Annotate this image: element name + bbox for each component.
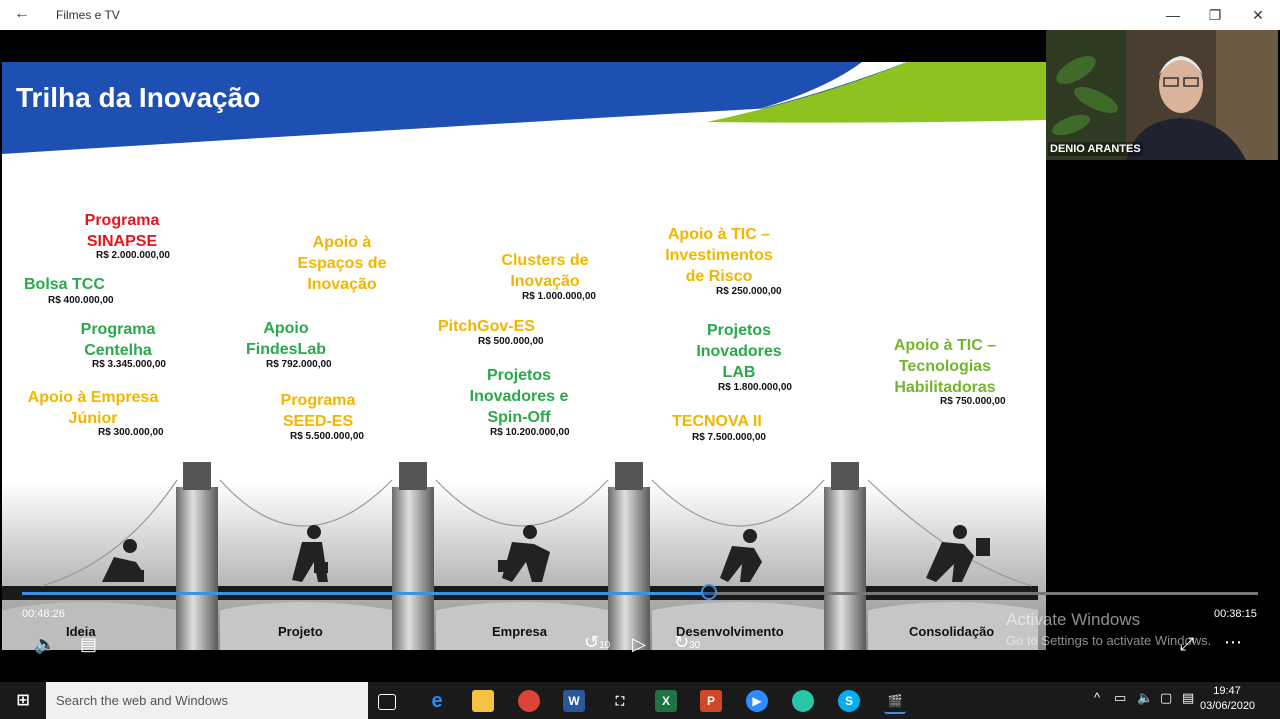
tray-chevron-icon[interactable]: ^ xyxy=(1094,690,1100,705)
title-bar: ← Filmes e TV — ❐ ✕ xyxy=(0,0,1280,30)
program-sinapse-label: Programa SINAPSE xyxy=(84,212,160,250)
clock-time: 19:47 xyxy=(1213,685,1241,697)
excel-icon[interactable]: X xyxy=(655,690,677,712)
program-clusters-label: Clusters de Inovação xyxy=(501,252,589,290)
zoom-icon[interactable]: ▶ xyxy=(746,690,768,712)
close-button[interactable]: ✕ xyxy=(1243,4,1273,26)
program-bolsa-tcc-label: Bolsa TCC xyxy=(24,276,105,293)
program-espacos-inovacao-label: Apoio à Espaços de Inovação xyxy=(297,234,387,293)
presentation-slide: Trilha da Inovação Programa SINAPSE R$ 2… xyxy=(2,62,1046,650)
chrome-icon[interactable] xyxy=(518,690,540,712)
app-title: Filmes e TV xyxy=(56,8,120,22)
program-centelha-label: Programa Centelha xyxy=(80,321,156,359)
activation-watermark-subtitle: Go to Settings to activate Windows. xyxy=(1006,633,1212,648)
powerpoint-icon[interactable]: P xyxy=(700,690,722,712)
program-pitchgov-value: R$ 500.000,00 xyxy=(478,336,544,347)
taskbar-clock[interactable]: 19:47 03/06/2020 xyxy=(1200,684,1256,714)
activation-watermark-title: Activate Windows xyxy=(1006,610,1141,629)
stage-consolidacao: Consolidação xyxy=(909,624,995,639)
seek-bar-progress xyxy=(22,592,711,595)
minimize-button[interactable]: — xyxy=(1158,4,1188,26)
program-tecnova-label: TECNOVA II xyxy=(672,413,762,430)
file-explorer-icon[interactable] xyxy=(472,690,494,712)
word-icon[interactable]: W xyxy=(563,690,585,712)
back-button[interactable]: ← xyxy=(14,5,30,23)
more-options-icon[interactable]: ⋯ xyxy=(1224,632,1242,653)
program-spin-off-value: R$ 10.200.000,00 xyxy=(490,427,570,438)
program-tic-habilitadoras-label: Apoio à TIC – Tecnologias Habilitadoras xyxy=(893,337,997,396)
program-tic-habilitadoras-value: R$ 750.000,00 xyxy=(940,396,1006,407)
program-findeslab-value: R$ 792.000,00 xyxy=(266,359,332,370)
remaining-time: 00:38:15 xyxy=(1214,608,1257,620)
webcam-participant-name: DENIO ARANTES xyxy=(1048,142,1143,156)
program-projetos-lab-value: R$ 1.800.000,00 xyxy=(718,382,792,393)
slide-title: Trilha da Inovação xyxy=(16,82,261,113)
program-seed-es-label: Programa SEED-ES xyxy=(280,392,356,430)
skip-back-icon[interactable]: ↺10 xyxy=(584,632,610,653)
program-projetos-lab-label: Projetos Inovadores LAB xyxy=(696,322,782,381)
windows-start-icon[interactable]: ⊞ xyxy=(12,690,34,712)
maximize-button[interactable]: ❐ xyxy=(1200,4,1230,26)
program-bolsa-tcc-value: R$ 400.000,00 xyxy=(48,295,114,306)
program-pitchgov-label: PitchGov-ES xyxy=(438,318,535,335)
program-tic-risco-value: R$ 250.000,00 xyxy=(716,286,782,297)
webcam-image xyxy=(1046,30,1278,160)
app-icon[interactable] xyxy=(792,690,814,712)
program-empresa-junior-value: R$ 300.000,00 xyxy=(98,427,164,438)
stage-empresa: Empresa xyxy=(492,624,547,639)
taskbar-search[interactable]: Search the web and Windows xyxy=(46,682,368,719)
seek-thumb[interactable] xyxy=(701,584,717,600)
clock-date: 03/06/2020 xyxy=(1200,700,1256,712)
volume-icon[interactable]: 🔈 xyxy=(34,634,56,655)
program-spin-off-label: Projetos Inovadores e Spin-Off xyxy=(469,367,569,426)
speaker-icon[interactable]: 🔈 xyxy=(1137,690,1153,706)
program-findeslab-label: Apoio FindesLab xyxy=(245,320,326,358)
skype-icon[interactable]: S xyxy=(838,690,860,712)
edge-icon[interactable]: e xyxy=(426,690,448,712)
network-icon[interactable]: ▢ xyxy=(1160,690,1172,706)
skip-forward-label: 30 xyxy=(689,640,701,651)
skip-forward-icon[interactable]: ↻30 xyxy=(674,632,700,653)
store-icon[interactable]: ⛶ xyxy=(609,690,631,712)
program-sinapse-value: R$ 2.000.000,00 xyxy=(96,250,170,261)
seek-bar[interactable] xyxy=(22,592,1258,595)
program-clusters-value: R$ 1.000.000,00 xyxy=(522,291,596,302)
play-icon[interactable]: ▷ xyxy=(632,634,646,655)
skip-back-label: 10 xyxy=(599,640,611,651)
battery-icon[interactable]: ▭ xyxy=(1114,690,1126,706)
task-view-icon[interactable] xyxy=(378,694,396,710)
program-seed-es-value: R$ 5.500.000,00 xyxy=(290,431,364,442)
taskbar-search-placeholder: Search the web and Windows xyxy=(56,693,228,708)
taskbar: ⊞ Search the web and Windows e W ⛶ X P ▶… xyxy=(0,682,1280,719)
program-centelha-value: R$ 3.345.000,00 xyxy=(92,359,166,370)
notifications-icon[interactable]: ▤ xyxy=(1182,690,1194,706)
movies-tv-icon[interactable]: 🎬 xyxy=(884,690,906,714)
program-tecnova-value: R$ 7.500.000,00 xyxy=(692,432,766,443)
subtitles-icon[interactable]: ▤ xyxy=(80,634,97,655)
webcam-feed: DENIO ARANTES xyxy=(1046,30,1278,160)
program-tic-risco-label: Apoio à TIC – Investimentos de Risco xyxy=(665,226,773,285)
program-empresa-junior-label: Apoio à Empresa Júnior xyxy=(27,389,159,427)
elapsed-time: 00:48:26 xyxy=(22,608,65,620)
stage-projeto: Projeto xyxy=(278,624,323,639)
